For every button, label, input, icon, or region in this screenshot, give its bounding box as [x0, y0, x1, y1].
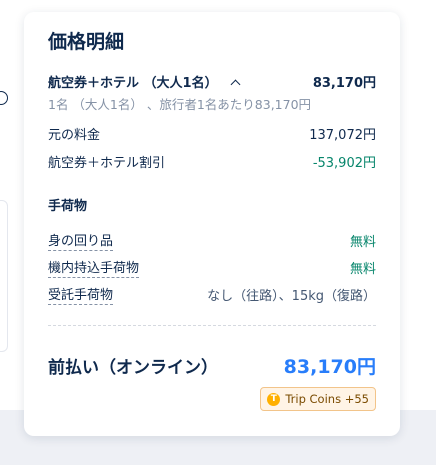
- baggage-label[interactable]: 身の回り品: [48, 230, 114, 251]
- original-price-value: 137,072円: [309, 128, 376, 143]
- package-label: 航空券＋ホテル （大人1名）: [48, 76, 218, 91]
- original-price-row: 元の料金 137,072円: [48, 124, 376, 143]
- baggage-row: 身の回り品 無料: [48, 230, 376, 251]
- chevron-up-icon[interactable]: [230, 79, 241, 89]
- left-panel-edge: [0, 200, 8, 352]
- coin-icon: T: [267, 392, 281, 406]
- baggage-label[interactable]: 受託手荷物: [48, 284, 114, 305]
- package-sub-row: 1名 （大人1名） 、旅行者1名あたり83,170円: [48, 94, 376, 113]
- baggage-row: 機内持込手荷物 無料: [48, 257, 376, 278]
- baggage-title: 手荷物: [48, 199, 88, 214]
- trip-coins-badge[interactable]: T Trip Coins +55: [260, 387, 376, 411]
- price-breakdown-card: 価格明細 航空券＋ホテル （大人1名） 83,170円 1名 （大人1名） 、旅…: [24, 12, 400, 436]
- discount-label: 航空券＋ホテル割引: [48, 156, 166, 171]
- card-title: 価格明細: [48, 31, 125, 53]
- baggage-row: 受託手荷物 なし（往路）、15kg（復路）: [48, 284, 376, 305]
- trip-coins-label: Trip Coins +55: [285, 392, 369, 406]
- discount-row: 航空券＋ホテル割引 -53,902円: [48, 152, 376, 171]
- package-price: 83,170円: [312, 76, 376, 91]
- baggage-value: 無料: [349, 262, 376, 277]
- baggage-value: 無料: [349, 235, 376, 250]
- baggage-label[interactable]: 機内持込手荷物: [48, 257, 140, 278]
- package-row[interactable]: 航空券＋ホテル （大人1名） 83,170円: [48, 72, 376, 91]
- divider: [48, 325, 376, 326]
- baggage-value: なし（往路）、15kg（復路）: [207, 289, 376, 304]
- original-price-label: 元の料金: [48, 128, 101, 143]
- total-row: 前払い（オンライン） 83,170円: [48, 352, 376, 379]
- package-sub-text: 1名 （大人1名） 、旅行者1名あたり83,170円: [48, 97, 312, 112]
- total-value: 83,170円: [283, 356, 376, 378]
- discount-value: -53,902円: [312, 156, 376, 171]
- info-icon[interactable]: [0, 91, 8, 105]
- total-label: 前払い（オンライン）: [48, 358, 218, 378]
